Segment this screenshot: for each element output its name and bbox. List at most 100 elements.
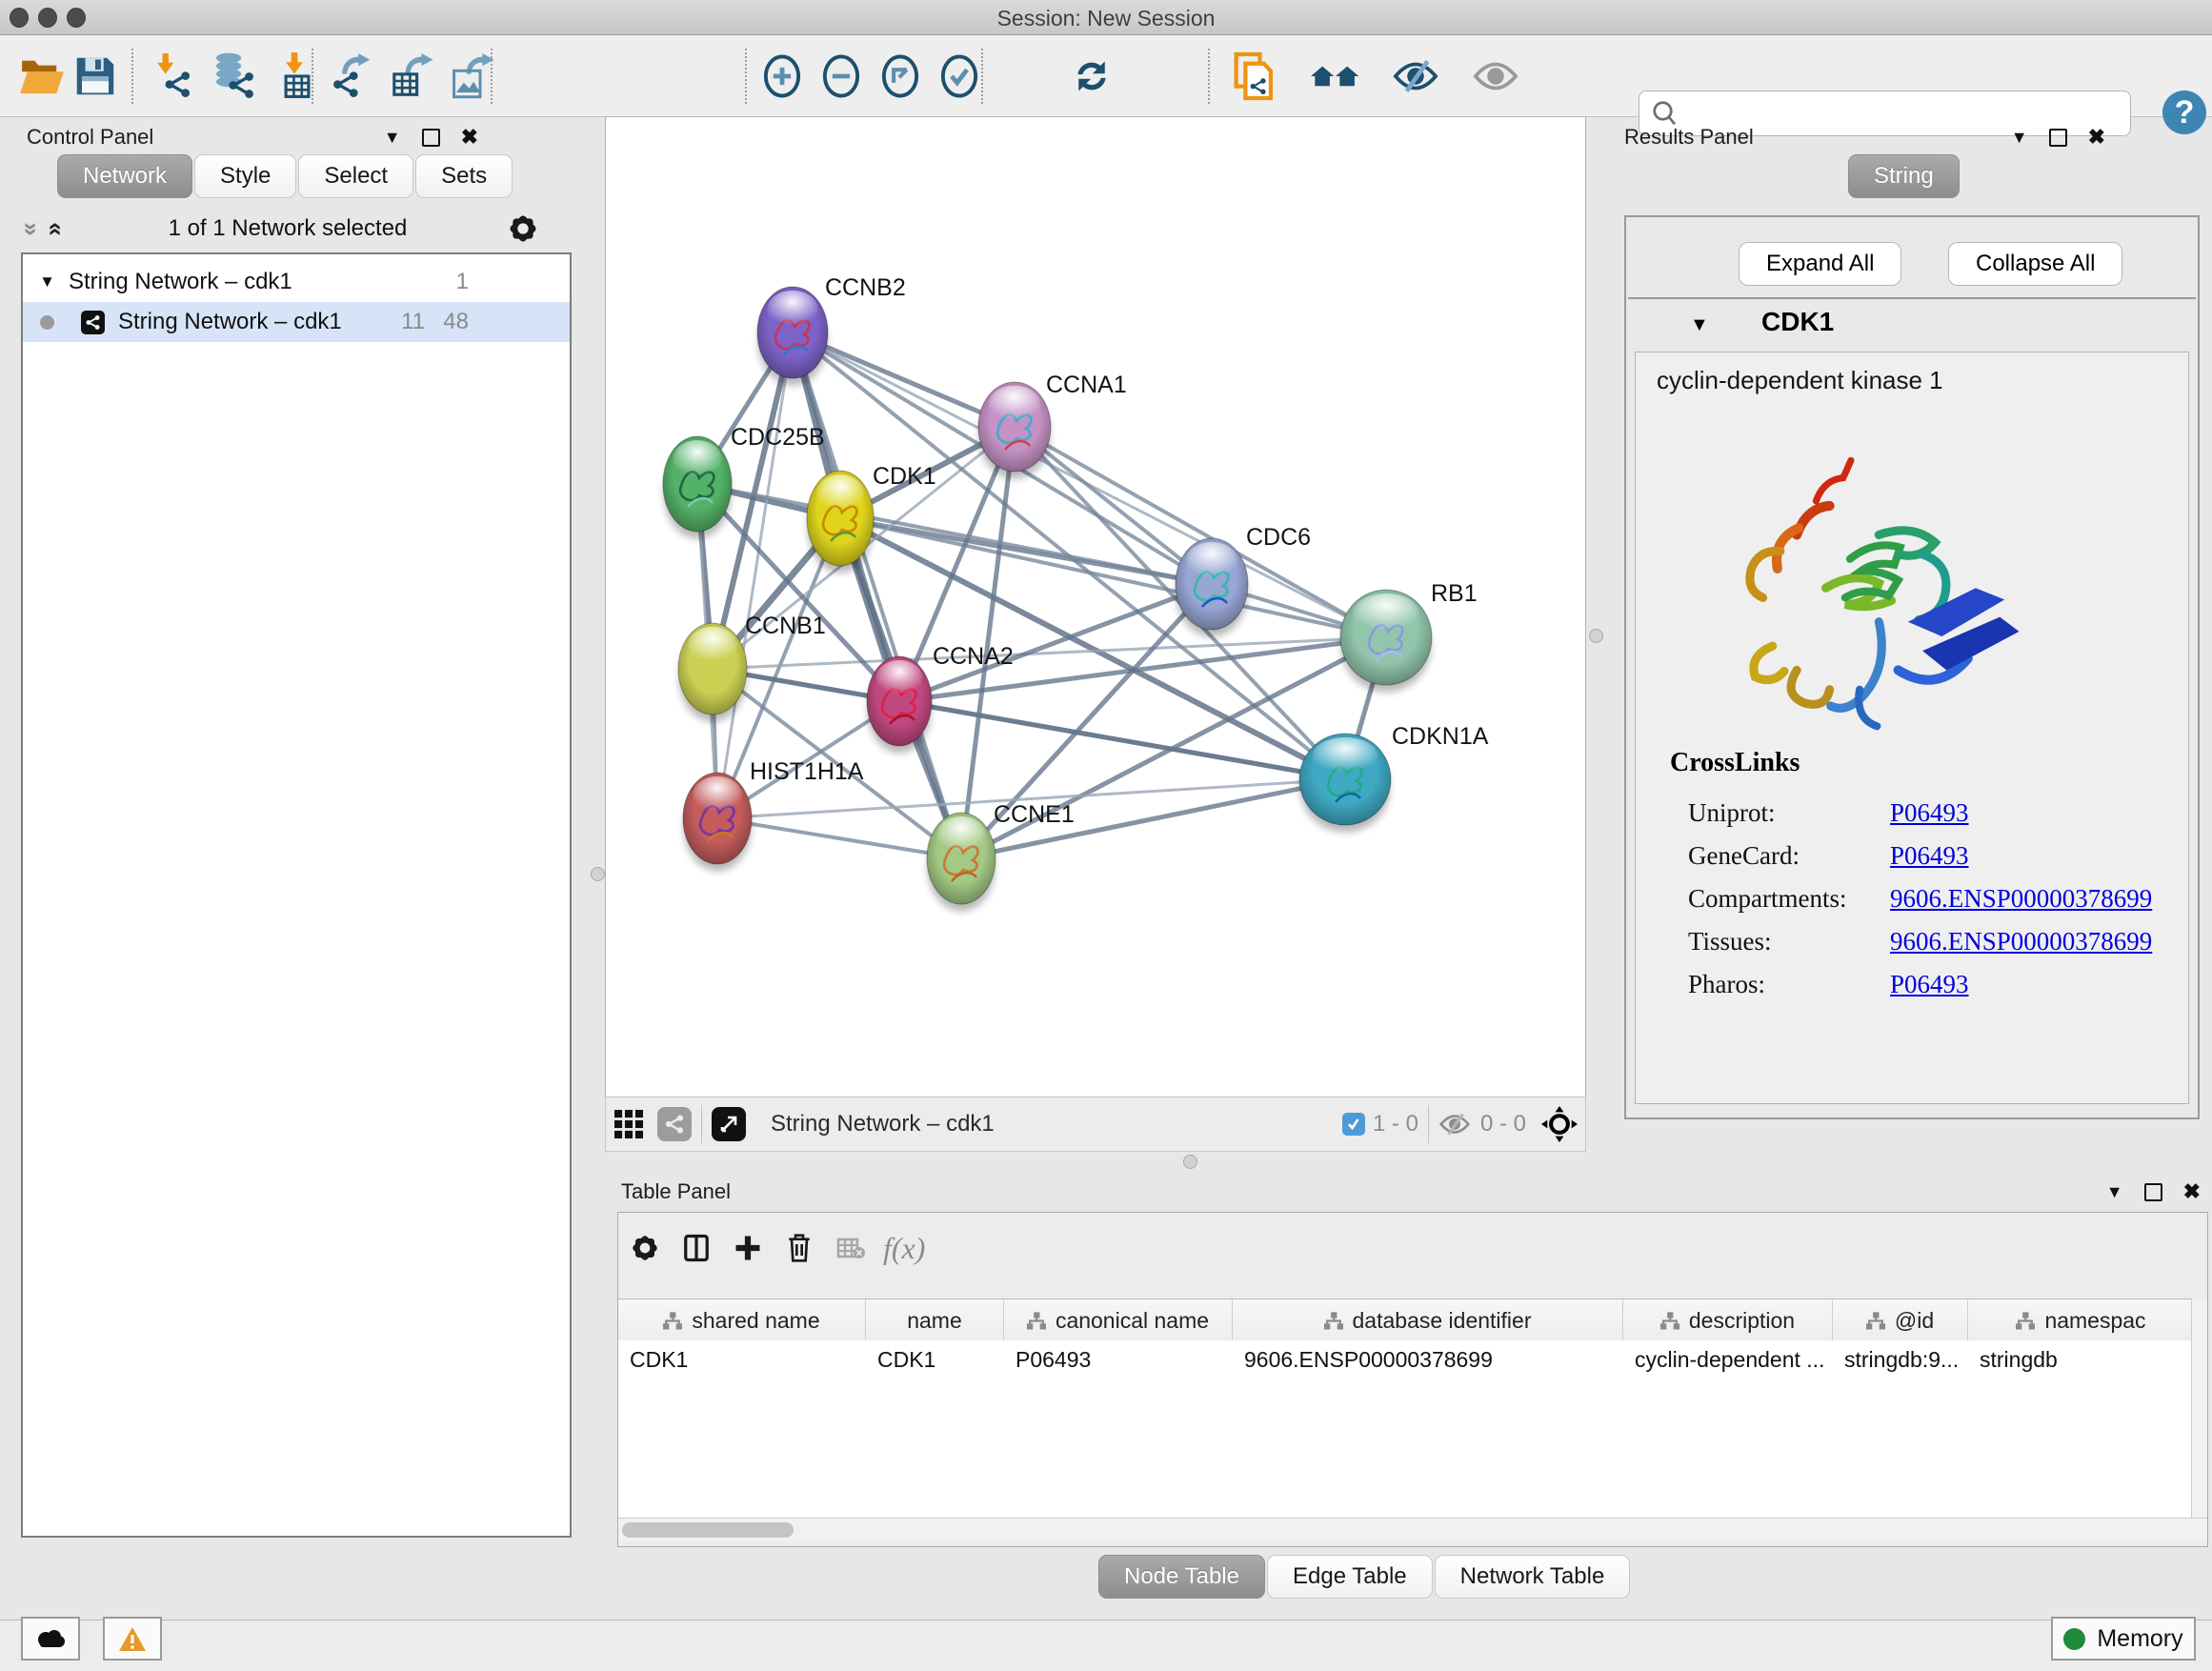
network-node-CCNA1[interactable] <box>978 382 1051 479</box>
network-node-CDK1[interactable] <box>807 471 874 574</box>
table-cell[interactable]: 9606.ENSP00000378699 <box>1233 1340 1623 1379</box>
crosshair-icon[interactable] <box>1541 1106 1578 1142</box>
grid-view-icon[interactable] <box>612 1107 646 1141</box>
node-label-CDK1: CDK1 <box>873 463 936 490</box>
gene-collapse-icon[interactable]: ▼ <box>1690 314 1709 336</box>
column-header-4[interactable]: description <box>1623 1299 1833 1341</box>
tab-select[interactable]: Select <box>298 154 413 198</box>
hide-selected-button[interactable] <box>1389 48 1442 105</box>
control-panel-menu-icon[interactable]: ▼ <box>384 128 401 148</box>
table-cell[interactable]: stringdb <box>1968 1340 2195 1379</box>
crosslink-link[interactable]: P06493 <box>1890 970 1969 999</box>
import-network-button[interactable] <box>145 48 198 105</box>
crosslink-link[interactable]: P06493 <box>1890 798 1969 828</box>
table-cell[interactable]: CDK1 <box>618 1340 866 1379</box>
tab-style[interactable]: Style <box>194 154 296 198</box>
table-panel-close-icon[interactable]: ✖ <box>2183 1179 2201 1204</box>
left-splitter-handle[interactable] <box>591 867 605 881</box>
edge-CCNA2-CDKN1A[interactable] <box>899 701 1345 779</box>
right-splitter-handle[interactable] <box>1589 629 1603 643</box>
table-cell[interactable]: P06493 <box>1004 1340 1233 1379</box>
network-node-CDC25B[interactable] <box>663 436 732 539</box>
horizontal-scroll-thumb[interactable] <box>622 1522 794 1538</box>
export-table-icon <box>390 53 433 99</box>
save-session-button[interactable] <box>69 48 122 105</box>
network-view-icon[interactable] <box>657 1107 692 1141</box>
collapse-all-button[interactable]: Collapse All <box>1948 242 2122 286</box>
column-header-3[interactable]: database identifier <box>1233 1299 1623 1341</box>
collection-expand-icon[interactable]: ▼ <box>23 272 55 292</box>
memory-button[interactable]: Memory <box>2051 1617 2196 1661</box>
delete-column-icon[interactable] <box>780 1226 818 1270</box>
results-panel-close-icon[interactable]: ✖ <box>2088 125 2105 150</box>
tab-edge-table[interactable]: Edge Table <box>1267 1555 1433 1599</box>
column-header-0[interactable]: shared name <box>618 1299 866 1341</box>
table-vertical-scrollbar[interactable] <box>2191 1299 2207 1518</box>
table-cell[interactable]: CDK1 <box>866 1340 1004 1379</box>
column-header-6[interactable]: namespac <box>1968 1299 2195 1341</box>
tab-network[interactable]: Network <box>57 154 192 198</box>
expand-all-button[interactable]: Expand All <box>1739 242 1901 286</box>
table-options-gear-icon[interactable] <box>626 1226 664 1270</box>
table-cell[interactable]: stringdb:9... <box>1833 1340 1968 1379</box>
edge-CCNE1-HIST1H1A[interactable] <box>717 818 961 858</box>
table-panel-float-icon[interactable] <box>2144 1183 2162 1201</box>
tab-sets[interactable]: Sets <box>415 154 513 198</box>
home-button[interactable] <box>1309 48 1362 105</box>
results-panel-menu-icon[interactable]: ▼ <box>2011 128 2028 148</box>
edge-CCNB1-RB1[interactable] <box>713 637 1386 669</box>
crosslink-link[interactable]: 9606.ENSP00000378699 <box>1890 927 2152 956</box>
bottom-splitter-handle[interactable] <box>1183 1155 1197 1169</box>
network-options-gear-icon[interactable] <box>507 212 539 245</box>
show-columns-icon[interactable] <box>677 1226 715 1270</box>
selected-checkbox[interactable] <box>1342 1113 1365 1136</box>
import-table-button[interactable] <box>271 48 324 105</box>
export-network-button[interactable] <box>324 48 377 105</box>
cloud-status-button[interactable] <box>21 1617 80 1661</box>
network-node-CCNB1[interactable] <box>678 623 747 722</box>
delete-table-icon[interactable] <box>832 1226 870 1270</box>
open-session-button[interactable] <box>15 48 69 105</box>
warning-status-button[interactable] <box>103 1617 162 1661</box>
network-node-CDKN1A[interactable] <box>1299 734 1391 833</box>
zoom-selected-button[interactable] <box>933 48 986 105</box>
show-all-button[interactable] <box>1469 48 1522 105</box>
control-panel-close-icon[interactable]: ✖ <box>461 125 478 150</box>
tab-network-table[interactable]: Network Table <box>1435 1555 1631 1599</box>
table-row[interactable]: CDK1CDK1P064939606.ENSP00000378699cyclin… <box>618 1340 2195 1379</box>
column-header-2[interactable]: canonical name <box>1004 1299 1233 1341</box>
table-panel-menu-icon[interactable]: ▼ <box>2106 1182 2123 1202</box>
network-node-CCNB2[interactable] <box>757 287 828 386</box>
zoom-in-button[interactable] <box>755 48 809 105</box>
network-collection-row[interactable]: ▼ String Network – cdk1 1 <box>23 262 570 302</box>
table-panel-title: Table Panel <box>621 1179 731 1204</box>
birdseye-view-icon[interactable] <box>712 1107 746 1141</box>
tab-string[interactable]: String <box>1848 154 1960 198</box>
network-canvas[interactable]: CCNB2CCNA1CDC25BCDK1CDC6RB1CCNB1CCNA2CDK… <box>605 116 1586 1097</box>
network-node-CCNE1[interactable] <box>927 813 995 912</box>
add-column-icon[interactable] <box>729 1226 767 1270</box>
crosslink-link[interactable]: P06493 <box>1890 841 1969 871</box>
import-database-button[interactable] <box>208 48 261 105</box>
export-table-button[interactable] <box>385 48 438 105</box>
control-panel-float-icon[interactable] <box>422 129 440 147</box>
zoom-out-button[interactable] <box>814 48 868 105</box>
clone-network-button[interactable] <box>1229 48 1282 105</box>
import-network-icon <box>150 53 193 99</box>
network-node-HIST1H1A[interactable] <box>683 773 752 872</box>
results-panel-float-icon[interactable] <box>2049 129 2067 147</box>
network-node-CDC6[interactable] <box>1176 538 1248 637</box>
function-builder-icon[interactable]: f(x) <box>883 1226 925 1270</box>
zoom-out-icon <box>821 53 861 99</box>
table-cell[interactable]: cyclin-dependent ... <box>1623 1340 1833 1379</box>
column-header-1[interactable]: name <box>866 1299 1004 1341</box>
refresh-layout-button[interactable] <box>1065 48 1118 105</box>
crosslink-link[interactable]: 9606.ENSP00000378699 <box>1890 884 2152 914</box>
network-node-CCNA2[interactable] <box>867 656 932 754</box>
tab-node-table[interactable]: Node Table <box>1098 1555 1265 1599</box>
zoom-fit-button[interactable] <box>874 48 927 105</box>
collapse-tree-icon[interactable]: « <box>42 216 71 241</box>
column-header-5[interactable]: @id <box>1833 1299 1968 1341</box>
network-row[interactable]: String Network – cdk1 11 48 <box>23 302 570 342</box>
network-node-RB1[interactable] <box>1340 590 1432 693</box>
